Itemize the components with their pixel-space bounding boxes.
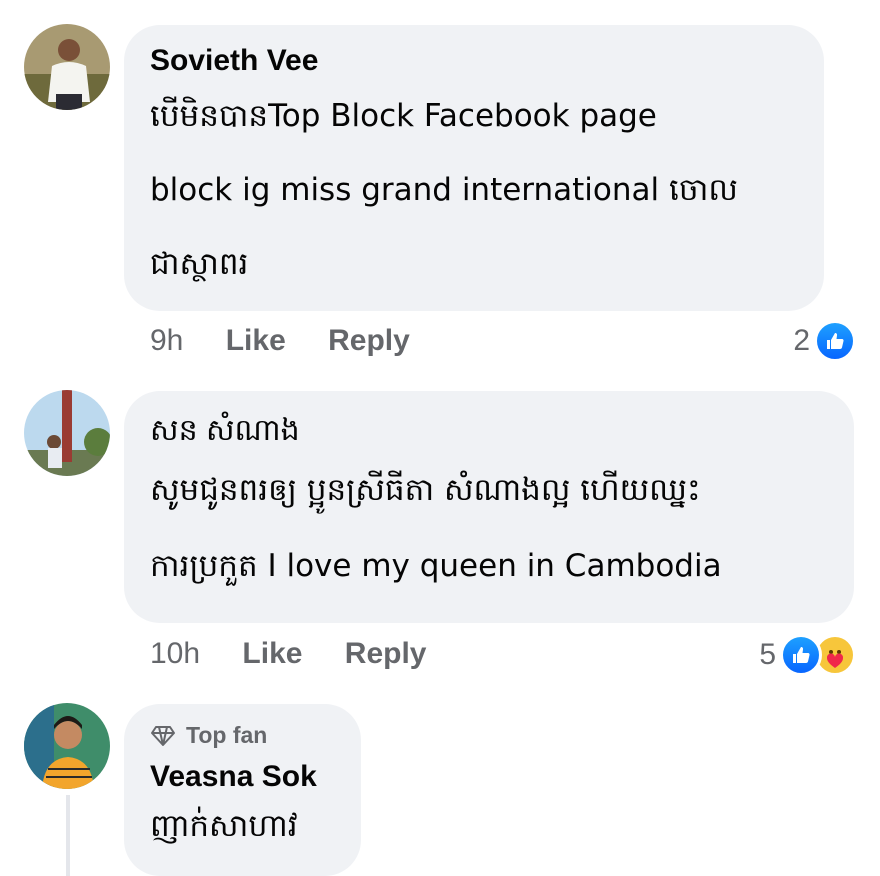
author-name[interactable]: Veasna Sok xyxy=(150,759,361,795)
top-fan-label: Top fan xyxy=(186,722,268,748)
top-fan-badge[interactable]: Top fan xyxy=(150,722,361,749)
comment-bubble: Top fan Veasna Sok ញាក់សាហាវ xyxy=(124,704,361,876)
like-icon xyxy=(814,320,856,362)
diamond-icon xyxy=(151,725,175,746)
comment-item: Top fan Veasna Sok ញាក់សាហាវ xyxy=(0,0,880,876)
like-icon xyxy=(780,634,822,676)
thread-line xyxy=(66,795,70,876)
comment-text-line: ញាក់សាហាវ xyxy=(150,808,298,844)
avatar[interactable] xyxy=(24,703,110,789)
